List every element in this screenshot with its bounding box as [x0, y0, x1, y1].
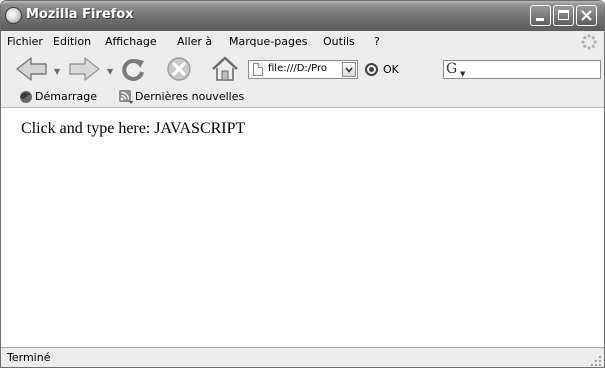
close-icon [581, 10, 592, 21]
menu-edition[interactable]: Edition [53, 35, 91, 48]
url-bar[interactable]: file:///D:/Pro [248, 60, 358, 79]
search-input[interactable] [470, 63, 598, 77]
stop-icon[interactable] [165, 55, 193, 83]
throbber-icon [581, 34, 597, 50]
chevron-down-icon [345, 67, 353, 73]
close-button[interactable] [576, 5, 597, 26]
menu-outils[interactable]: Outils [323, 35, 355, 48]
go-button[interactable]: OK [383, 63, 399, 76]
reload-icon[interactable] [118, 55, 148, 85]
go-icon[interactable] [365, 63, 378, 76]
browser-window: Mozilla Firefox Fichier Edition Affichag… [0, 0, 605, 368]
firefox-icon [5, 7, 22, 24]
url-dropdown-button[interactable] [342, 62, 356, 77]
rss-icon [119, 90, 133, 104]
search-bar[interactable]: G ▼ [443, 60, 601, 79]
bookmark-label: Dernières nouvelles [135, 90, 245, 103]
menu-fichier[interactable]: Fichier [7, 35, 43, 48]
forward-dropdown-icon[interactable]: ▼ [107, 67, 113, 76]
page-icon [253, 63, 263, 76]
status-text: Terminé [7, 351, 51, 364]
navigation-toolbar: ▼ ▼ file:///D:/Pro OK G ▼ [1, 53, 604, 87]
bookmarks-toolbar: Démarrage Dernières nouvelles [1, 86, 604, 108]
bookmark-dernieres-nouvelles[interactable]: Dernières nouvelles [118, 89, 258, 105]
home-icon[interactable] [210, 55, 240, 83]
back-icon[interactable] [15, 55, 49, 83]
bookmark-label: Démarrage [35, 90, 98, 103]
window-title: Mozilla Firefox [26, 7, 134, 22]
page-content[interactable]: Click and type here: JAVASCRIPT [1, 108, 604, 347]
page-text[interactable]: Click and type here: JAVASCRIPT [21, 120, 245, 138]
forward-icon[interactable] [67, 55, 101, 83]
search-engine-icon[interactable]: G [446, 62, 457, 77]
maximize-button[interactable] [553, 5, 574, 26]
menu-aller[interactable]: Aller à [177, 35, 212, 48]
menu-marque-pages[interactable]: Marque-pages [229, 35, 307, 48]
back-dropdown-icon[interactable]: ▼ [54, 67, 60, 76]
menu-help[interactable]: ? [374, 35, 380, 48]
menu-affichage[interactable]: Affichage [105, 35, 157, 48]
status-bar: Terminé [1, 347, 604, 367]
bookmark-demarrage[interactable]: Démarrage [18, 89, 108, 105]
minimize-button[interactable] [530, 5, 551, 26]
menu-bar: Fichier Edition Affichage Aller à Marque… [1, 31, 604, 54]
bookmark-icon [20, 91, 32, 103]
search-engine-dropdown-icon[interactable]: ▼ [460, 70, 465, 78]
resize-grip-icon[interactable] [590, 355, 602, 367]
url-input[interactable]: file:///D:/Pro [268, 63, 342, 74]
title-bar[interactable]: Mozilla Firefox [1, 1, 604, 31]
